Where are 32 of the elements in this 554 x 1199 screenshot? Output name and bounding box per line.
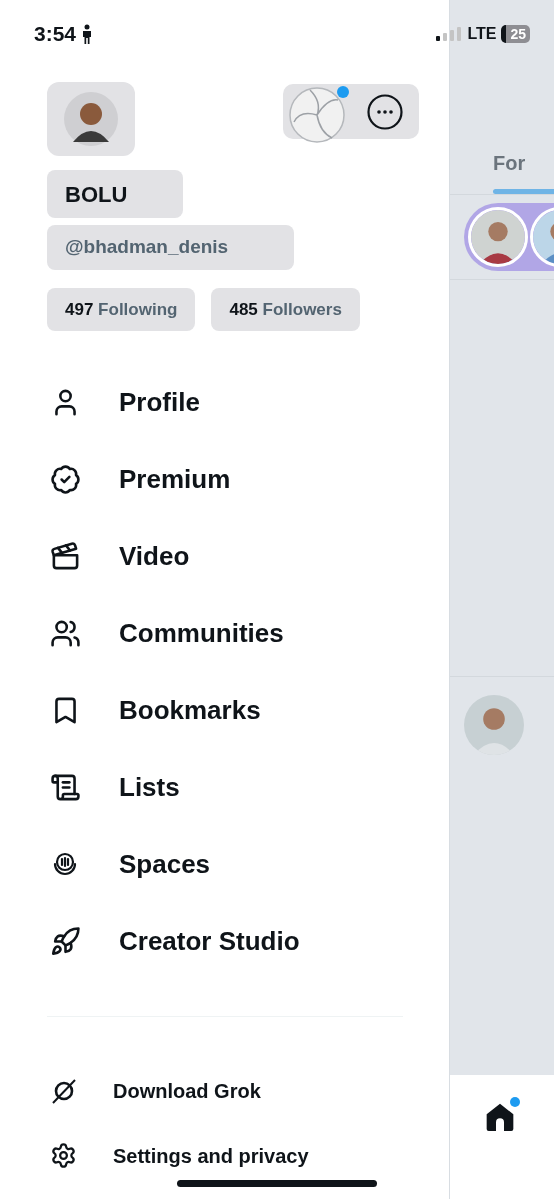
menu-item[interactable]: Video <box>119 537 190 576</box>
list-icon <box>50 772 81 803</box>
feed-tab[interactable]: For <box>493 148 554 194</box>
menu-item[interactable]: Download Grok <box>113 1075 261 1106</box>
network-label: LTE <box>467 24 497 44</box>
menu-item[interactable]: Spaces <box>119 845 211 884</box>
follow-stat-link[interactable]: 485 Followers <box>211 288 360 331</box>
verified-badge-icon <box>50 464 81 495</box>
menu-item[interactable]: Profile <box>119 383 200 422</box>
menu-item[interactable]: Settings and privacy <box>113 1140 309 1171</box>
menu-item[interactable]: Bookmarks <box>119 691 261 730</box>
username: @bhadman_denis <box>47 225 294 270</box>
avatar-icon <box>64 92 118 146</box>
avatar-button[interactable] <box>47 82 135 156</box>
menu-item[interactable]: Communities <box>119 614 284 653</box>
display-name: BOLU <box>47 170 183 218</box>
rocket-icon <box>50 926 81 957</box>
more-icon <box>367 93 403 130</box>
menu-item[interactable]: Lists <box>119 768 180 807</box>
menu-item[interactable]: Premium <box>119 460 231 499</box>
more-button[interactable] <box>351 84 419 139</box>
battery-indicator: 25 <box>501 25 530 43</box>
menu-item[interactable]: Creator Studio <box>119 922 300 961</box>
clapperboard-icon <box>50 541 81 572</box>
clock-time: 3:54 <box>34 21 77 48</box>
signal-icon <box>436 27 463 41</box>
settings-icon <box>50 1142 77 1169</box>
people-icon <box>50 618 81 649</box>
home-icon[interactable] <box>484 1101 516 1133</box>
follow-stat-link[interactable]: 497 Following <box>47 288 196 331</box>
person-icon <box>82 24 93 44</box>
volleyball-icon <box>288 85 346 144</box>
